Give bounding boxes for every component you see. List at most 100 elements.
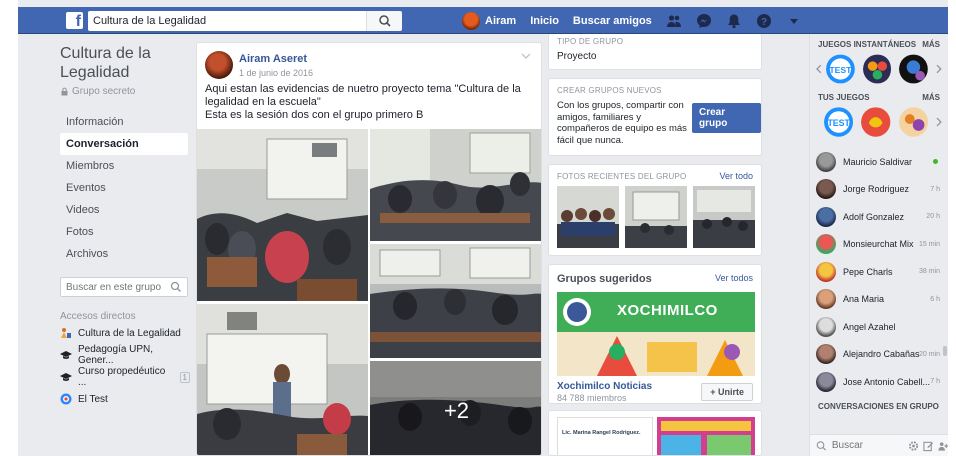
suggested-group-name[interactable]: Xochimilco Noticias [557, 381, 652, 392]
next-group-cover-image[interactable] [657, 417, 755, 456]
suggested-group-cover[interactable]: XOCHIMILCO [557, 292, 755, 376]
last-active-time: 38 min [918, 268, 940, 276]
post-author[interactable]: Airam Aseret [239, 53, 313, 65]
nav-eventos[interactable]: Eventos [60, 177, 188, 199]
shortcut-item[interactable]: El Test [60, 388, 190, 410]
post-photo[interactable] [197, 304, 368, 455]
recent-photo-thumbnail[interactable] [625, 186, 687, 248]
chat-search-input[interactable] [827, 436, 908, 455]
notifications-bell-icon[interactable] [726, 13, 742, 29]
chevron-left-icon[interactable] [816, 64, 822, 74]
more-photos-overlay[interactable]: +2 [370, 361, 541, 455]
contact-item[interactable]: Jose Antonio Cabell... 7 h [810, 368, 948, 396]
contact-item[interactable]: Jorge Rodriguez 7 h [810, 176, 948, 204]
test-game-icon[interactable]: TEST [825, 54, 855, 84]
post-photo-grid: +2 [197, 129, 541, 455]
avatar [816, 179, 836, 200]
more-games-link[interactable]: MÁS [922, 40, 940, 49]
nav-videos[interactable]: Videos [60, 199, 188, 221]
new-message-icon[interactable] [923, 440, 934, 452]
group-type-label: Tipo de grupo [557, 37, 624, 46]
shortcut-item[interactable]: Pedagogía UPN, Gener... [60, 344, 190, 366]
graduation-cap-icon [60, 373, 72, 381]
contact-name: Pepe Charls [843, 266, 893, 277]
contact-item[interactable]: Mauricio Saldivar [810, 148, 948, 176]
nav-miembros[interactable]: Miembros [60, 155, 188, 177]
create-group-button[interactable]: Crear grupo [692, 103, 761, 133]
help-icon[interactable]: ? [756, 13, 772, 29]
friend-requests-icon[interactable] [666, 13, 682, 29]
post-photo[interactable] [370, 129, 541, 241]
game-icon[interactable] [862, 54, 892, 84]
classroom-photo-image [370, 244, 541, 358]
recent-photo-thumbnail[interactable] [693, 186, 755, 248]
game-icon[interactable] [861, 107, 891, 137]
group-search-input[interactable] [61, 278, 165, 296]
gear-icon[interactable] [908, 440, 919, 452]
join-group-button[interactable]: + Unirte [701, 383, 753, 401]
chat-sidebar: JUEGOS INSTANTÁNEOS MÁS TEST TUS JUEGOS … [809, 34, 948, 456]
test-game-label: TEST [829, 65, 852, 75]
instant-games-row: TEST [810, 49, 948, 89]
cover-banner-text: XOCHIMILCO [617, 302, 718, 319]
search-button[interactable] [366, 11, 402, 31]
messenger-icon[interactable] [696, 13, 712, 29]
nav-archivos[interactable]: Archivos [60, 243, 188, 265]
group-search-box[interactable] [60, 277, 188, 297]
contact-item[interactable]: Monsieurchat Mix 15 min [810, 231, 948, 259]
avatar[interactable] [205, 51, 233, 79]
shortcut-label: Curso propedéutico ... [78, 366, 166, 388]
post-photo[interactable]: +2 [370, 361, 541, 455]
see-all-suggested-link[interactable]: Ver todos [715, 273, 753, 283]
global-search-box[interactable] [88, 11, 366, 31]
classroom-photo-image [197, 129, 368, 301]
post-options-chevron-down-icon[interactable] [521, 51, 531, 61]
nav-fotos[interactable]: Fotos [60, 221, 188, 243]
see-all-photos-link[interactable]: Ver todo [719, 171, 753, 181]
your-games-header: TUS JUEGOS MÁS [810, 93, 948, 102]
nav-conversacion[interactable]: Conversación [60, 133, 188, 155]
group-post: Airam Aseret 1 de junio de 2016 Aqui est… [196, 42, 542, 456]
contact-item[interactable]: Angel Azahel [810, 313, 948, 341]
suggested-groups-title: Grupos sugeridos [557, 273, 652, 285]
contact-item[interactable]: Alejandro Cabañas 20 min [810, 341, 948, 369]
profile-link[interactable]: Airam [462, 12, 516, 30]
contact-item[interactable]: Ana Maria 6 h [810, 286, 948, 314]
game-icon[interactable] [899, 54, 929, 84]
facebook-logo-icon[interactable]: f [66, 12, 83, 29]
recent-photo-thumbnail[interactable] [557, 186, 619, 248]
find-friends-link[interactable]: Buscar amigos [573, 15, 652, 27]
next-group-cover[interactable]: Lic. Marina Rangel Rodriguez. [557, 417, 653, 455]
group-title[interactable]: Cultura de la Legalidad [60, 44, 170, 82]
global-search-input[interactable] [88, 11, 328, 31]
test-game-icon[interactable]: TEST [824, 107, 854, 137]
top-navigation-bar: f Airam Inicio Buscar amigos ? [18, 7, 948, 34]
add-people-icon[interactable] [938, 440, 948, 452]
more-your-games-link[interactable]: MÁS [922, 93, 940, 102]
contact-item[interactable]: Pepe Charls 38 min [810, 258, 948, 286]
home-link[interactable]: Inicio [530, 15, 559, 27]
chevron-right-icon[interactable] [936, 64, 942, 74]
chevron-right-icon[interactable] [936, 117, 942, 127]
post-photo[interactable] [370, 244, 541, 358]
shortcut-item[interactable]: Cultura de la Legalidad [60, 322, 190, 344]
sidebar-scrollbar[interactable] [943, 346, 947, 356]
group-sidebar: Cultura de la Legalidad Grupo secreto In… [60, 44, 190, 410]
avatar [816, 261, 836, 282]
contact-name: Mauricio Saldivar [843, 156, 913, 167]
post-photo[interactable] [197, 129, 368, 301]
contact-name: Ana Maria [843, 294, 885, 305]
next-group-cover-text: Lic. Marina Rangel Rodriguez. [562, 430, 641, 436]
contact-name: Adolf Gonzalez [843, 211, 905, 222]
avatar [816, 316, 836, 337]
post-timestamp[interactable]: 1 de junio de 2016 [239, 68, 313, 78]
graduation-cap-icon [60, 351, 72, 359]
contact-item[interactable]: Adolf Gonzalez 20 h [810, 203, 948, 231]
contact-name: Monsieurchat Mix [843, 239, 914, 250]
post-header: Airam Aseret 1 de junio de 2016 [205, 51, 313, 79]
avatar [816, 289, 836, 310]
shortcut-item[interactable]: Curso propedéutico ... 1 [60, 366, 190, 388]
account-menu-chevron-down-icon[interactable] [786, 13, 802, 29]
nav-informacion[interactable]: Información [60, 111, 188, 133]
game-icon[interactable] [898, 107, 929, 137]
